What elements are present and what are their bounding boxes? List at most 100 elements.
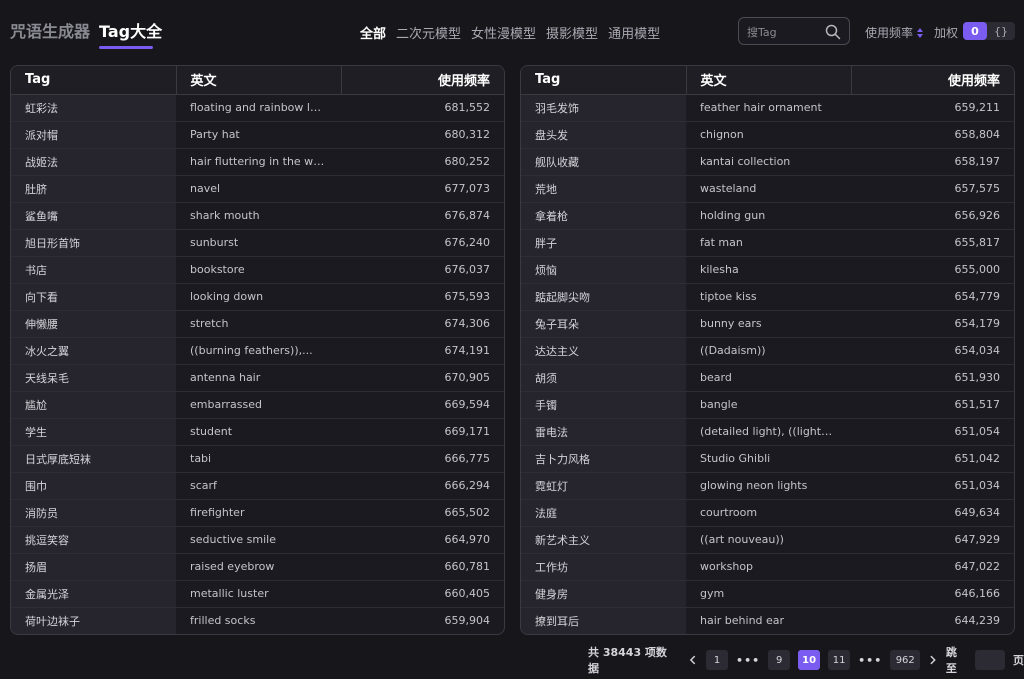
weight-option-zero[interactable]: 0 <box>963 22 987 40</box>
page-button-last[interactable]: 962 <box>890 650 921 670</box>
cell-tag[interactable]: 日式厚底短袜 <box>11 445 176 473</box>
cell-english[interactable]: feather hair ornament <box>686 94 851 122</box>
cell-english[interactable]: floating and rainbow lon... <box>176 94 341 122</box>
cell-tag[interactable]: 胡须 <box>521 364 686 392</box>
cell-english[interactable]: bookstore <box>176 256 341 284</box>
table-row[interactable]: 雷电法 (detailed light), ((lightnin... 651,05… <box>521 418 1014 446</box>
cell-english[interactable]: bunny ears <box>686 310 851 338</box>
cell-english[interactable]: holding gun <box>686 202 851 230</box>
cell-tag[interactable]: 兔子耳朵 <box>521 310 686 338</box>
table-row[interactable]: 拿着枪 holding gun 656,926 <box>521 202 1014 230</box>
cell-english[interactable]: hair fluttering in the wind... <box>176 148 341 176</box>
table-row[interactable]: 天线呆毛 antenna hair 670,905 <box>11 364 504 392</box>
cell-english[interactable]: glowing neon lights <box>686 472 851 500</box>
table-row[interactable]: 虹彩法 floating and rainbow lon... 681,552 <box>11 94 504 122</box>
table-row[interactable]: 羽毛发饰 feather hair ornament 659,211 <box>521 94 1014 122</box>
cell-tag[interactable]: 虹彩法 <box>11 94 176 122</box>
cell-tag[interactable]: 消防员 <box>11 499 176 527</box>
table-row[interactable]: 胖子 fat man 655,817 <box>521 229 1014 257</box>
cell-english[interactable]: courtroom <box>686 499 851 527</box>
cell-tag[interactable]: 挑逗笑容 <box>11 526 176 554</box>
cell-english[interactable]: ((burning feathers)),... <box>176 337 341 365</box>
prev-page-icon[interactable] <box>688 655 698 665</box>
cell-tag[interactable]: 雷电法 <box>521 418 686 446</box>
table-row[interactable]: 肚脐 navel 677,073 <box>11 175 504 203</box>
cell-tag[interactable]: 战姬法 <box>11 148 176 176</box>
table-row[interactable]: 学生 student 669,171 <box>11 418 504 446</box>
cell-english[interactable]: sunburst <box>176 229 341 257</box>
table-row[interactable]: 挑逗笑容 seductive smile 664,970 <box>11 526 504 554</box>
table-row[interactable]: 健身房 gym 646,166 <box>521 580 1014 608</box>
page-ellipsis[interactable]: ••• <box>736 654 760 667</box>
cell-english[interactable]: fat man <box>686 229 851 257</box>
table-row[interactable]: 鲨鱼嘴 shark mouth 676,874 <box>11 202 504 230</box>
table-row[interactable]: 工作坊 workshop 647,022 <box>521 553 1014 581</box>
cell-english[interactable]: frilled socks <box>176 607 341 634</box>
cell-tag[interactable]: 手镯 <box>521 391 686 419</box>
table-row[interactable]: 冰火之翼 ((burning feathers)),... 674,191 <box>11 337 504 365</box>
cell-english[interactable]: antenna hair <box>176 364 341 392</box>
table-row[interactable]: 战姬法 hair fluttering in the wind... 680,252 <box>11 148 504 176</box>
sort-dropdown[interactable]: 使用频率 <box>865 24 924 41</box>
cell-english[interactable]: looking down <box>176 283 341 311</box>
cell-tag[interactable]: 撩到耳后 <box>521 607 686 634</box>
cell-english[interactable]: chignon <box>686 121 851 149</box>
cell-english[interactable]: embarrassed <box>176 391 341 419</box>
table-row[interactable]: 吉卜力风格 Studio Ghibli 651,042 <box>521 445 1014 473</box>
table-row[interactable]: 荷叶边袜子 frilled socks 659,904 <box>11 607 504 634</box>
cell-english[interactable]: beard <box>686 364 851 392</box>
cell-english[interactable]: student <box>176 418 341 446</box>
cell-english[interactable]: tiptoe kiss <box>686 283 851 311</box>
page-ellipsis[interactable]: ••• <box>858 654 882 667</box>
table-row[interactable]: 派对帽 Party hat 680,312 <box>11 121 504 149</box>
cell-tag[interactable]: 金属光泽 <box>11 580 176 608</box>
table-row[interactable]: 撩到耳后 hair behind ear 644,239 <box>521 607 1014 634</box>
cell-tag[interactable]: 健身房 <box>521 580 686 608</box>
cell-tag[interactable]: 冰火之翼 <box>11 337 176 365</box>
cell-tag[interactable]: 拿着枪 <box>521 202 686 230</box>
table-row[interactable]: 书店 bookstore 676,037 <box>11 256 504 284</box>
cell-tag[interactable]: 达达主义 <box>521 337 686 365</box>
cell-tag[interactable]: 舰队收藏 <box>521 148 686 176</box>
table-row[interactable]: 烦恼 kilesha 655,000 <box>521 256 1014 284</box>
search-input[interactable] <box>747 23 823 41</box>
cell-tag[interactable]: 羽毛发饰 <box>521 94 686 122</box>
tab-tag-collection[interactable]: Tag大全 <box>99 18 162 42</box>
table-row[interactable]: 法庭 courtroom 649,634 <box>521 499 1014 527</box>
weight-toggle[interactable]: 0 {} <box>963 22 1015 40</box>
page-button-11[interactable]: 11 <box>828 650 851 670</box>
table-row[interactable]: 荒地 wasteland 657,575 <box>521 175 1014 203</box>
cell-tag[interactable]: 踮起脚尖吻 <box>521 283 686 311</box>
cell-english[interactable]: Studio Ghibli <box>686 445 851 473</box>
category-general-model[interactable]: 通用模型 <box>608 23 660 42</box>
cell-tag[interactable]: 天线呆毛 <box>11 364 176 392</box>
table-row[interactable]: 消防员 firefighter 665,502 <box>11 499 504 527</box>
cell-tag[interactable]: 旭日形首饰 <box>11 229 176 257</box>
table-row[interactable]: 新艺术主义 ((art nouveau)) 647,929 <box>521 526 1014 554</box>
category-photography-model[interactable]: 摄影模型 <box>546 23 598 42</box>
cell-english[interactable]: workshop <box>686 553 851 581</box>
cell-english[interactable]: kantai collection <box>686 148 851 176</box>
cell-english[interactable]: hair behind ear <box>686 607 851 634</box>
cell-english[interactable]: bangle <box>686 391 851 419</box>
cell-tag[interactable]: 胖子 <box>521 229 686 257</box>
table-row[interactable]: 舰队收藏 kantai collection 658,197 <box>521 148 1014 176</box>
table-row[interactable]: 手镯 bangle 651,517 <box>521 391 1014 419</box>
table-row[interactable]: 向下看 looking down 675,593 <box>11 283 504 311</box>
cell-tag[interactable]: 霓虹灯 <box>521 472 686 500</box>
cell-tag[interactable]: 新艺术主义 <box>521 526 686 554</box>
table-row[interactable]: 金属光泽 metallic luster 660,405 <box>11 580 504 608</box>
cell-english[interactable]: wasteland <box>686 175 851 203</box>
category-anime-model[interactable]: 二次元模型 <box>396 23 461 42</box>
cell-tag[interactable]: 盘头发 <box>521 121 686 149</box>
table-row[interactable]: 旭日形首饰 sunburst 676,240 <box>11 229 504 257</box>
cell-english[interactable]: firefighter <box>176 499 341 527</box>
cell-tag[interactable]: 鲨鱼嘴 <box>11 202 176 230</box>
cell-tag[interactable]: 荷叶边袜子 <box>11 607 176 634</box>
cell-english[interactable]: ((art nouveau)) <box>686 526 851 554</box>
table-row[interactable]: 围巾 scarf 666,294 <box>11 472 504 500</box>
cell-english[interactable]: seductive smile <box>176 526 341 554</box>
table-row[interactable]: 兔子耳朵 bunny ears 654,179 <box>521 310 1014 338</box>
cell-tag[interactable]: 肚脐 <box>11 175 176 203</box>
cell-tag[interactable]: 工作坊 <box>521 553 686 581</box>
